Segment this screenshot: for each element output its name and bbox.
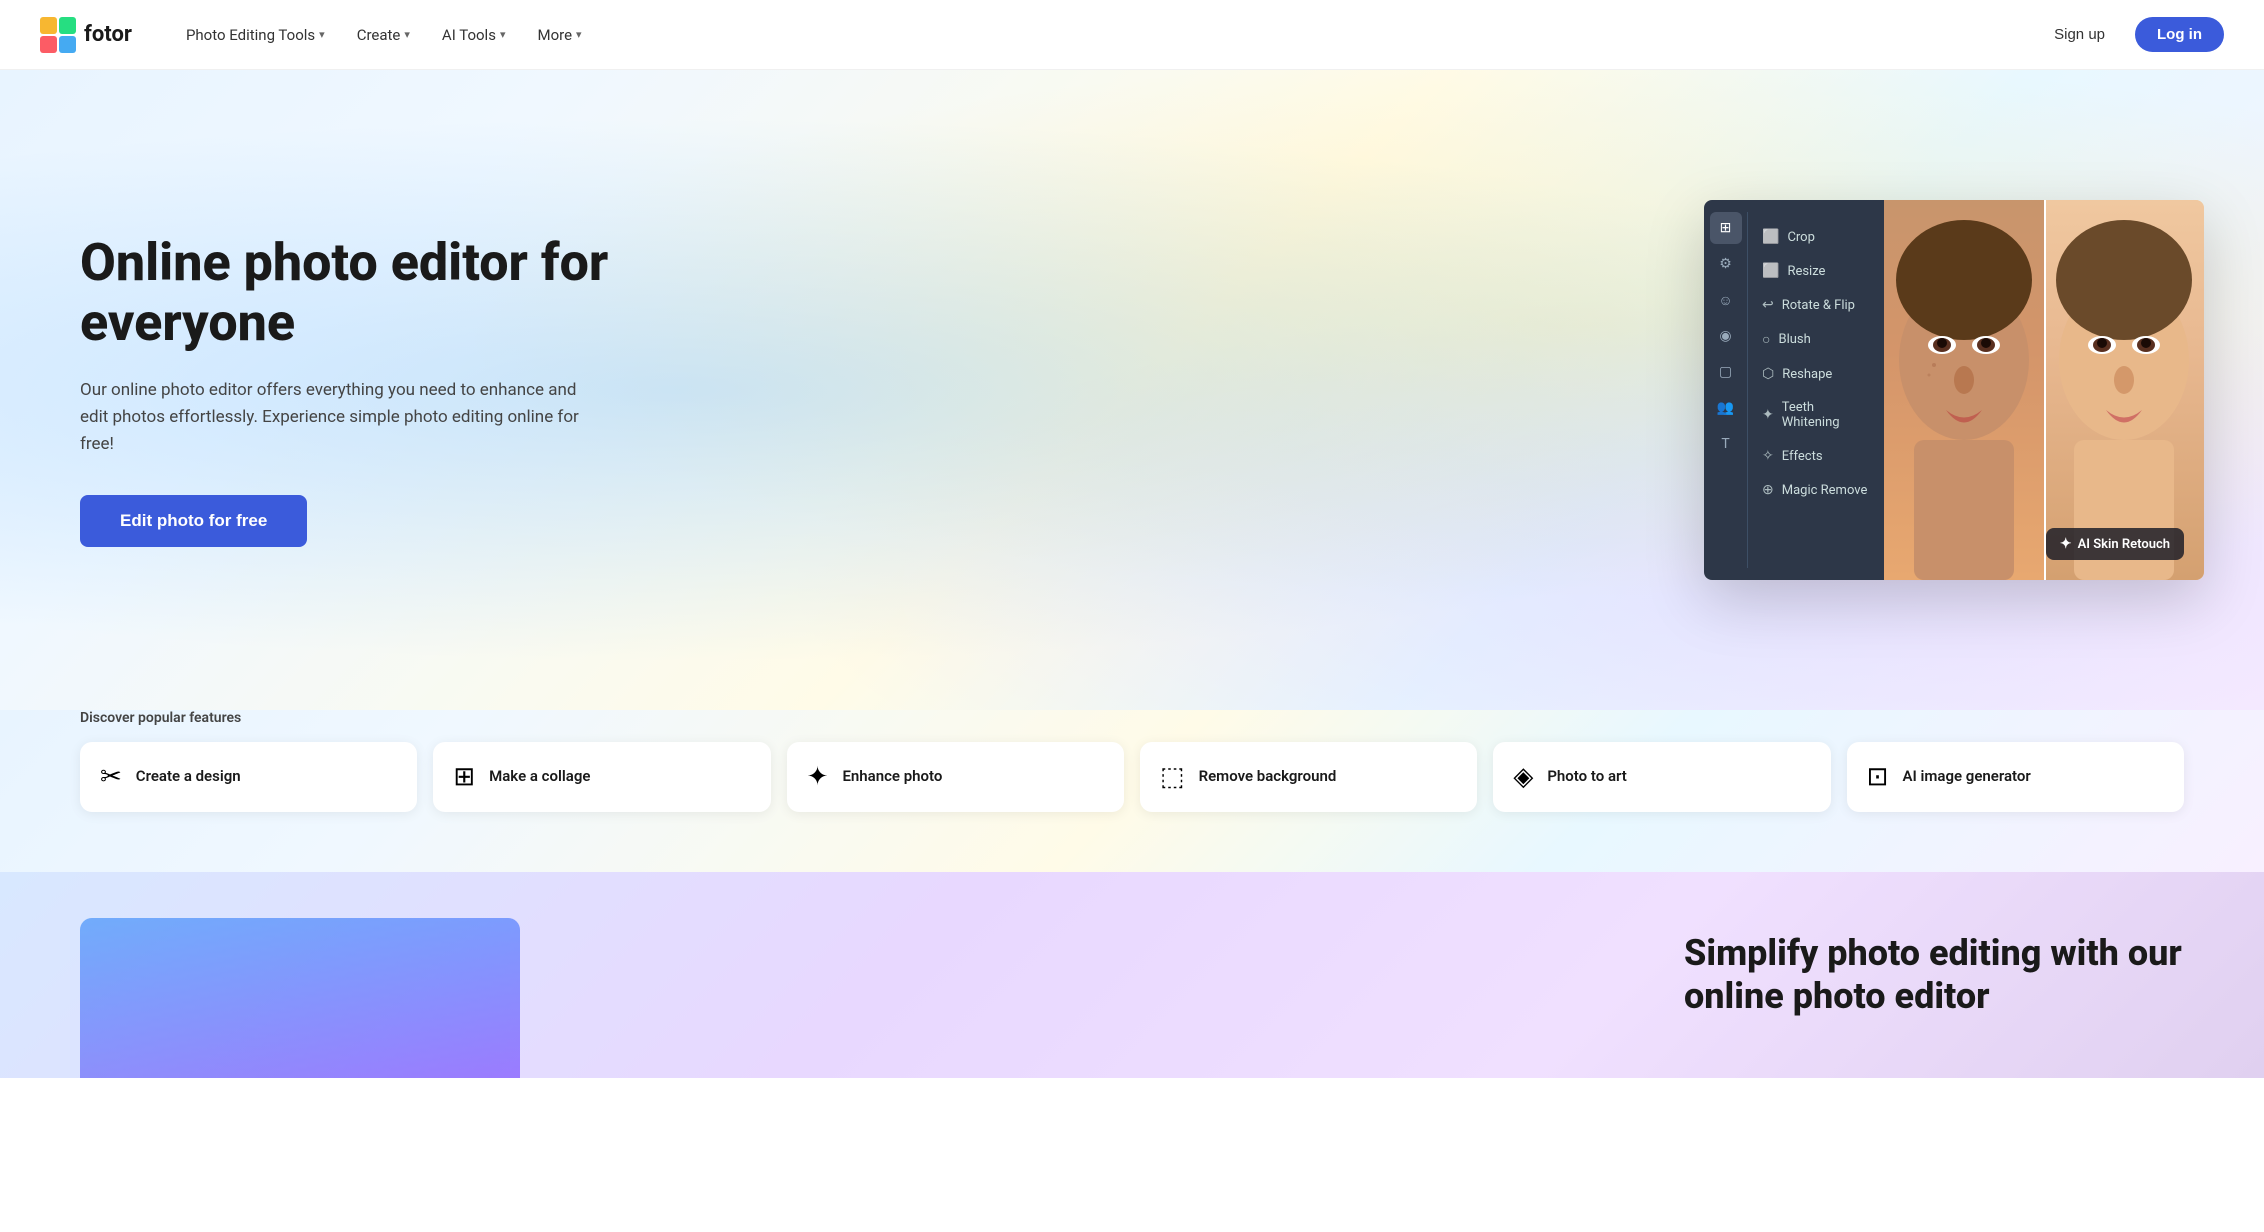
face-comparison-image: ✦ AI Skin Retouch xyxy=(1884,200,2204,580)
rotate-icon: ↩ xyxy=(1762,297,1774,313)
feature-ai-image-generator[interactable]: ⊡ AI image generator xyxy=(1847,742,2184,812)
resize-icon: ⬜ xyxy=(1762,263,1779,279)
grid-icon[interactable]: ⊞ xyxy=(1710,212,1742,244)
face-icon[interactable]: ☺ xyxy=(1710,284,1742,316)
menu-item-blush[interactable]: ○ Blush xyxy=(1748,322,1884,357)
scissors-icon: ✂ xyxy=(100,762,122,792)
shape-icon[interactable]: ▢ xyxy=(1710,356,1742,388)
bottom-text-block: Simplify photo editing with our online p… xyxy=(1684,932,2184,1018)
chevron-down-icon: ▾ xyxy=(404,28,410,41)
text-icon[interactable]: T xyxy=(1710,428,1742,460)
menu-item-magic-remove[interactable]: ⊕ Magic Remove xyxy=(1748,473,1884,507)
face-before xyxy=(1884,200,2044,580)
magic-icon: ⊕ xyxy=(1762,482,1774,498)
collage-icon: ⊞ xyxy=(453,762,475,792)
editor-mockup: ⊞ ⚙ ☺ ◉ ▢ 👥 T ⬜ Crop xyxy=(1704,200,2204,580)
ai-skin-retouch-badge: ✦ AI Skin Retouch xyxy=(2046,528,2184,560)
teeth-icon: ✦ xyxy=(1762,407,1774,423)
remove-bg-icon: ⬚ xyxy=(1160,762,1185,792)
hero-cta-button[interactable]: Edit photo for free xyxy=(80,495,307,547)
menu-item-rotate[interactable]: ↩ Rotate & Flip xyxy=(1748,288,1884,322)
hero-editor-preview: ⊞ ⚙ ☺ ◉ ▢ 👥 T ⬜ Crop xyxy=(1704,200,2204,580)
menu-item-effects[interactable]: ✧ Effects xyxy=(1748,439,1884,473)
ai-icon: ✦ xyxy=(2060,536,2072,552)
feature-remove-background[interactable]: ⬚ Remove background xyxy=(1140,742,1477,812)
editor-sidebar: ⊞ ⚙ ☺ ◉ ▢ 👥 T ⬜ Crop xyxy=(1704,200,1884,580)
login-button[interactable]: Log in xyxy=(2135,17,2224,52)
preview-overlay xyxy=(80,918,520,1078)
discover-label: Discover popular features xyxy=(80,710,2184,726)
people-icon[interactable]: 👥 xyxy=(1710,392,1742,424)
menu-item-teeth[interactable]: ✦ Teeth Whitening xyxy=(1748,391,1884,439)
logo[interactable]: fotor xyxy=(40,17,132,53)
editor-icon-strip: ⊞ ⚙ ☺ ◉ ▢ 👥 T xyxy=(1704,212,1748,568)
crop-icon: ⬜ xyxy=(1762,229,1779,245)
ai-generator-icon: ⊡ xyxy=(1867,762,1889,792)
menu-item-crop[interactable]: ⬜ Crop xyxy=(1748,220,1884,254)
effects-icon: ✧ xyxy=(1762,448,1774,464)
editor-canvas: ✦ AI Skin Retouch xyxy=(1884,200,2204,580)
logo-icon xyxy=(40,17,76,53)
menu-item-resize[interactable]: ⬜ Resize xyxy=(1748,254,1884,288)
nav-item-photo-editing[interactable]: Photo Editing Tools ▾ xyxy=(172,18,339,52)
editor-menu: ⬜ Crop ⬜ Resize ↩ Rotate & Flip ○ xyxy=(1748,212,1884,568)
menu-item-reshape[interactable]: ⬡ Reshape xyxy=(1748,357,1884,391)
nav-actions: Sign up Log in xyxy=(2036,17,2224,52)
feature-make-collage[interactable]: ⊞ Make a collage xyxy=(433,742,770,812)
nav-item-ai-tools[interactable]: AI Tools ▾ xyxy=(428,18,520,52)
features-grid: ✂ Create a design ⊞ Make a collage ✦ Enh… xyxy=(80,742,2184,812)
bottom-section: Simplify photo editing with our online p… xyxy=(0,872,2264,1078)
eye-icon[interactable]: ◉ xyxy=(1710,320,1742,352)
face-after xyxy=(2044,200,2204,580)
nav-item-create[interactable]: Create ▾ xyxy=(343,18,424,52)
enhance-icon: ✦ xyxy=(807,762,829,792)
photo-art-icon: ◈ xyxy=(1513,762,1533,792)
feature-photo-to-art[interactable]: ◈ Photo to art xyxy=(1493,742,1830,812)
blush-icon: ○ xyxy=(1762,331,1770,348)
chevron-down-icon: ▾ xyxy=(576,28,582,41)
hero-title: Online photo editor for everyone xyxy=(80,233,660,353)
brand-name: fotor xyxy=(84,22,132,47)
bottom-title: Simplify photo editing with our online p… xyxy=(1684,932,2184,1018)
adjust-icon[interactable]: ⚙ xyxy=(1710,248,1742,280)
navbar: fotor Photo Editing Tools ▾ Create ▾ AI … xyxy=(0,0,2264,70)
nav-item-more[interactable]: More ▾ xyxy=(523,18,595,52)
reshape-icon: ⬡ xyxy=(1762,366,1774,382)
feature-create-design[interactable]: ✂ Create a design xyxy=(80,742,417,812)
bottom-preview-image xyxy=(80,918,520,1078)
features-section: Discover popular features ✂ Create a des… xyxy=(0,710,2264,872)
hero-section: Online photo editor for everyone Our onl… xyxy=(0,70,2264,710)
nav-links: Photo Editing Tools ▾ Create ▾ AI Tools … xyxy=(172,18,2036,52)
chevron-down-icon: ▾ xyxy=(500,28,506,41)
signup-button[interactable]: Sign up xyxy=(2036,18,2123,51)
feature-enhance-photo[interactable]: ✦ Enhance photo xyxy=(787,742,1124,812)
comparison-divider xyxy=(2044,200,2046,580)
hero-content: Online photo editor for everyone Our onl… xyxy=(80,233,660,546)
chevron-down-icon: ▾ xyxy=(319,28,325,41)
hero-description: Our online photo editor offers everythin… xyxy=(80,377,600,459)
face-svg-after xyxy=(2044,200,2204,580)
face-svg-before xyxy=(1884,200,2044,580)
